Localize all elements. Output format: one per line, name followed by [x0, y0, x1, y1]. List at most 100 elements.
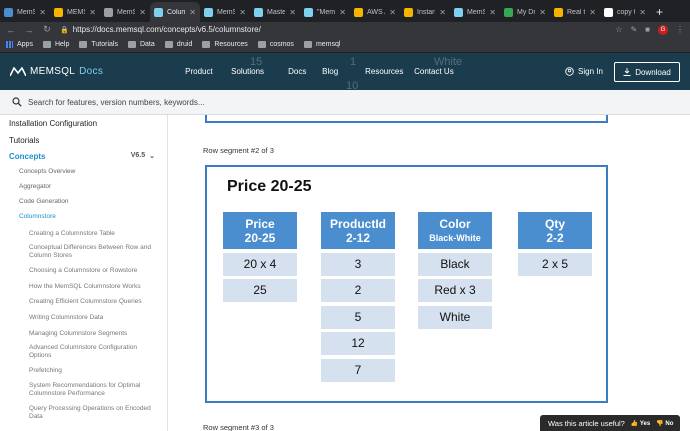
sidebar-item-label: Managing Columnstore Segments [29, 330, 128, 337]
sidebar-item[interactable]: Code Generation [0, 198, 167, 205]
memsql-logo[interactable]: MEMSQL Docs [10, 66, 103, 77]
sidebar-item[interactable]: Writing Columnstore Data [0, 314, 167, 322]
column-name: ProductId [330, 216, 386, 231]
sidebar-item[interactable]: Aggregator [0, 183, 167, 190]
browser-tab[interactable]: MemS ✕ [0, 2, 50, 22]
bookmark-label: Data [139, 41, 155, 48]
column-cell: 2 [321, 279, 395, 302]
menu-kebab-icon[interactable]: ⋮ [676, 25, 684, 34]
tab-close-icon[interactable]: ✕ [239, 8, 246, 17]
tab-close-icon[interactable]: ✕ [539, 8, 546, 17]
sidebar-item[interactable]: Creating Efficient Columnstore Queries [0, 298, 167, 306]
search-input[interactable] [28, 97, 328, 107]
browser-tab[interactable]: "MemS✕ [300, 2, 350, 22]
bookmark-item[interactable]: cosmos [257, 41, 294, 48]
url-text: https://docs.memsql.com/concepts/v6.5/co… [72, 25, 261, 34]
sidebar-item[interactable]: Concepts V6.5 ⌄ [0, 152, 167, 161]
sidebar-item-label: Query Processing Operations on Encoded D… [29, 405, 151, 420]
nav-link[interactable]: Docs [288, 67, 322, 76]
nav-link[interactable]: Resources [365, 67, 414, 76]
lock-icon: 🔒 [60, 26, 69, 34]
reload-icon[interactable]: ↻ [42, 24, 52, 35]
column-cell: Black [418, 252, 492, 276]
bookmark-item[interactable]: memsql [303, 41, 340, 48]
browser-tab[interactable]: My Dri ✕ [500, 2, 550, 22]
address-bar[interactable]: 🔒 https://docs.memsql.com/concepts/v6.5/… [60, 25, 607, 34]
tab-close-icon[interactable]: ✕ [439, 8, 446, 17]
bookmark-item[interactable]: Help [42, 41, 69, 48]
sidebar-item[interactable]: Choosing a Columnstore or Rowstore [0, 267, 167, 275]
column-header: ProductId 2-12 [321, 212, 395, 249]
browser-tab[interactable]: MemS ✕ [450, 2, 500, 22]
tab-label: Real ti [567, 8, 586, 16]
star-icon[interactable]: ☆ [615, 25, 622, 34]
browser-tab[interactable]: MemS ✕ [200, 2, 250, 22]
previous-segment-box [205, 115, 608, 123]
tab-favicon-icon [104, 7, 113, 17]
browser-tab[interactable]: AWS A ✕ [350, 2, 400, 22]
sidebar-item[interactable]: Concepts Overview [0, 168, 167, 175]
tab-close-icon[interactable]: ✕ [189, 8, 196, 17]
tab-close-icon[interactable]: ✕ [339, 8, 346, 17]
sidebar-item-label: Columnstore [19, 213, 56, 220]
tab-close-icon[interactable]: ✕ [389, 8, 396, 17]
search-icon [12, 97, 22, 107]
tab-close-icon[interactable]: ✕ [289, 8, 296, 17]
browser-tab[interactable]: MemS ✕ [100, 2, 150, 22]
sidebar-item[interactable]: System Recommendations for Optimal Colum… [0, 382, 167, 398]
browser-tab[interactable]: Real ti ✕ [550, 2, 600, 22]
segment-label: Row segment #2 of 3 [203, 146, 274, 155]
sidebar-item[interactable]: Advanced Columnstore Configuration Optio… [0, 344, 167, 360]
nav-link[interactable]: Product [185, 67, 231, 76]
back-icon[interactable]: ← [6, 25, 16, 35]
new-tab-button[interactable]: + [650, 2, 669, 22]
tab-close-icon[interactable]: ✕ [39, 8, 46, 17]
tab-label: AWS A [367, 8, 385, 16]
sidebar-item[interactable]: Tutorials [0, 136, 167, 145]
feedback-question: Was this article useful? [548, 418, 625, 428]
download-button[interactable]: Download [614, 62, 680, 82]
extension-icon[interactable]: ■ [645, 25, 650, 34]
sidebar-item[interactable]: How the MemSQL Columnstore Works [0, 283, 167, 291]
logo-text: MEMSQL [30, 66, 76, 77]
bookmark-item[interactable]: Tutorials [79, 41, 118, 48]
sign-in-link[interactable]: Sign In [565, 67, 603, 76]
tab-close-icon[interactable]: ✕ [589, 8, 596, 17]
extension-icon[interactable]: ✎ [630, 25, 637, 34]
browser-tab[interactable]: Master✕ [250, 2, 300, 22]
profile-avatar[interactable]: G [658, 24, 668, 35]
browser-tab[interactable]: copy ta ✕ [600, 2, 650, 22]
version-selector[interactable]: V6.5 ⌄ [131, 152, 155, 160]
sidebar-item[interactable]: Query Processing Operations on Encoded D… [0, 405, 167, 421]
nav-link[interactable]: Contact Us [414, 67, 474, 76]
nav-link[interactable]: Blog [322, 67, 365, 76]
feedback-yes-button[interactable]: 👍 Yes [631, 420, 650, 427]
sidebar-item-label: Concepts Overview [19, 168, 76, 175]
tab-close-icon[interactable]: ✕ [639, 8, 646, 17]
feedback-no-button[interactable]: 👎 No [656, 420, 673, 427]
sidebar-item[interactable]: Installation Configuration [0, 119, 167, 128]
forward-icon[interactable]: → [24, 25, 34, 35]
nav-link[interactable]: Solutions [231, 67, 288, 76]
tab-close-icon[interactable]: ✕ [89, 8, 96, 17]
sidebar-item-label: Aggregator [19, 183, 52, 190]
sign-in-label: Sign In [578, 67, 603, 76]
tab-close-icon[interactable]: ✕ [489, 8, 496, 17]
bookmark-label: Tutorials [91, 41, 118, 48]
bookmark-item[interactable]: druid [164, 41, 192, 48]
browser-tab[interactable]: MEMSQ ✕ [50, 2, 100, 22]
sidebar-item[interactable]: Columnstore [0, 213, 167, 220]
bookmark-item[interactable]: Data [127, 41, 155, 48]
sidebar-item-label: How the MemSQL Columnstore Works [29, 283, 141, 290]
browser-tab[interactable]: Colum ✕ [150, 2, 200, 22]
sidebar-item[interactable]: Creating a Columnstore Table [0, 230, 167, 238]
sidebar-item[interactable]: Managing Columnstore Segments [0, 330, 167, 338]
sidebar-item[interactable]: Conceptual Differences Between Row and C… [0, 244, 167, 260]
column-name: Qty [544, 216, 565, 231]
bookmark-item[interactable]: Apps [6, 41, 33, 48]
tab-close-icon[interactable]: ✕ [139, 8, 146, 17]
bookmark-item[interactable]: Resources [202, 41, 248, 48]
tab-label: MEMSQ [67, 8, 85, 16]
sidebar-item[interactable]: Prefetching [0, 367, 167, 375]
browser-tab[interactable]: Instanc✕ [400, 2, 450, 22]
